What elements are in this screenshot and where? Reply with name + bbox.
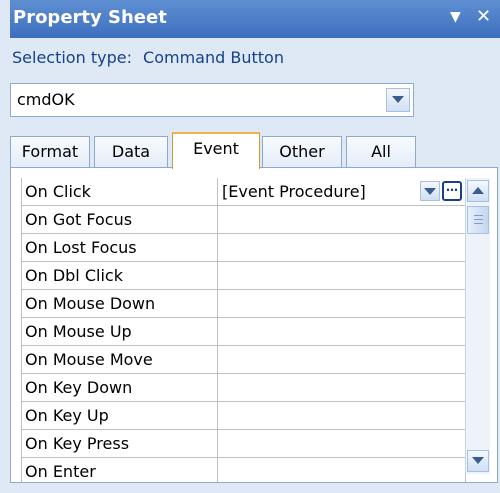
scrollbar-thumb[interactable] (467, 206, 489, 234)
chevron-down-icon (472, 457, 484, 464)
property-grid: On Click [Event Procedure] … On Got Focu… (10, 167, 498, 483)
property-label: On Mouse Up (22, 318, 218, 345)
property-value[interactable] (218, 262, 466, 289)
property-value[interactable] (218, 458, 466, 482)
property-row[interactable]: On Dbl Click (22, 262, 466, 290)
object-selector-dropdown-button[interactable] (386, 88, 410, 112)
property-label: On Got Focus (22, 206, 218, 233)
object-selector-combo[interactable]: cmdOK (10, 83, 414, 117)
tab-data-label: Data (111, 142, 151, 161)
property-row[interactable]: On Key Down (22, 374, 466, 402)
property-label: On Lost Focus (22, 234, 218, 261)
chevron-down-icon (424, 188, 436, 195)
property-value[interactable] (218, 290, 466, 317)
property-label: On Mouse Move (22, 346, 218, 373)
property-row[interactable]: On Got Focus (22, 206, 466, 234)
build-ellipsis-button[interactable]: … (442, 181, 462, 201)
property-row[interactable]: On Enter (22, 458, 466, 482)
property-row[interactable]: On Mouse Down (22, 290, 466, 318)
property-value[interactable] (218, 234, 466, 261)
property-value[interactable] (218, 346, 466, 373)
title-bar: Property Sheet ▼ ✕ (10, 0, 500, 38)
property-label: On Dbl Click (22, 262, 218, 289)
selection-type-value: Command Button (143, 48, 284, 67)
close-icon[interactable]: ✕ (476, 6, 491, 27)
dropdown-arrow-icon[interactable]: ▼ (450, 9, 461, 25)
tab-other-label: Other (279, 142, 325, 161)
tab-format[interactable]: Format (10, 136, 90, 168)
tab-format-label: Format (21, 142, 79, 161)
object-selector-value: cmdOK (17, 90, 75, 109)
property-value[interactable] (218, 318, 466, 345)
property-row[interactable]: On Key Press (22, 430, 466, 458)
property-label: On Mouse Down (22, 290, 218, 317)
property-sheet-panel: Property Sheet ▼ ✕ Selection type: Comma… (0, 0, 500, 493)
tab-data[interactable]: Data (94, 136, 168, 168)
property-label: On Key Press (22, 430, 218, 457)
tab-all[interactable]: All (346, 136, 416, 168)
property-value[interactable] (218, 374, 466, 401)
vertical-scrollbar[interactable] (465, 178, 490, 474)
property-value[interactable]: [Event Procedure] … (218, 178, 466, 205)
property-row[interactable]: On Click [Event Procedure] … (22, 178, 466, 206)
tab-other[interactable]: Other (262, 136, 342, 168)
grip-line (474, 215, 483, 216)
selection-type-text: Selection type: Command Button (12, 48, 284, 67)
property-row[interactable]: On Mouse Up (22, 318, 466, 346)
grip-line (474, 219, 483, 220)
property-row[interactable]: On Lost Focus (22, 234, 466, 262)
selection-type-label: Selection type: (12, 48, 132, 67)
property-label: On Enter (22, 458, 218, 482)
scroll-down-button[interactable] (467, 450, 489, 472)
scroll-up-button[interactable] (467, 180, 489, 202)
property-label: On Key Up (22, 402, 218, 429)
property-grid-rows: On Click [Event Procedure] … On Got Focu… (21, 178, 466, 482)
chevron-down-icon (392, 96, 404, 103)
property-value[interactable] (218, 206, 466, 233)
panel-title: Property Sheet (13, 7, 167, 28)
chevron-up-icon (472, 187, 484, 194)
property-row[interactable]: On Mouse Move (22, 346, 466, 374)
property-label: On Key Down (22, 374, 218, 401)
event-dropdown-button[interactable] (420, 181, 440, 201)
property-value[interactable] (218, 430, 466, 457)
tab-event[interactable]: Event (172, 132, 260, 169)
tab-event-label: Event (193, 139, 239, 158)
property-value[interactable] (218, 402, 466, 429)
tab-all-label: All (371, 142, 391, 161)
property-value-text: [Event Procedure] (222, 182, 366, 201)
grip-line (474, 223, 483, 224)
property-row[interactable]: On Key Up (22, 402, 466, 430)
property-label: On Click (22, 178, 218, 205)
